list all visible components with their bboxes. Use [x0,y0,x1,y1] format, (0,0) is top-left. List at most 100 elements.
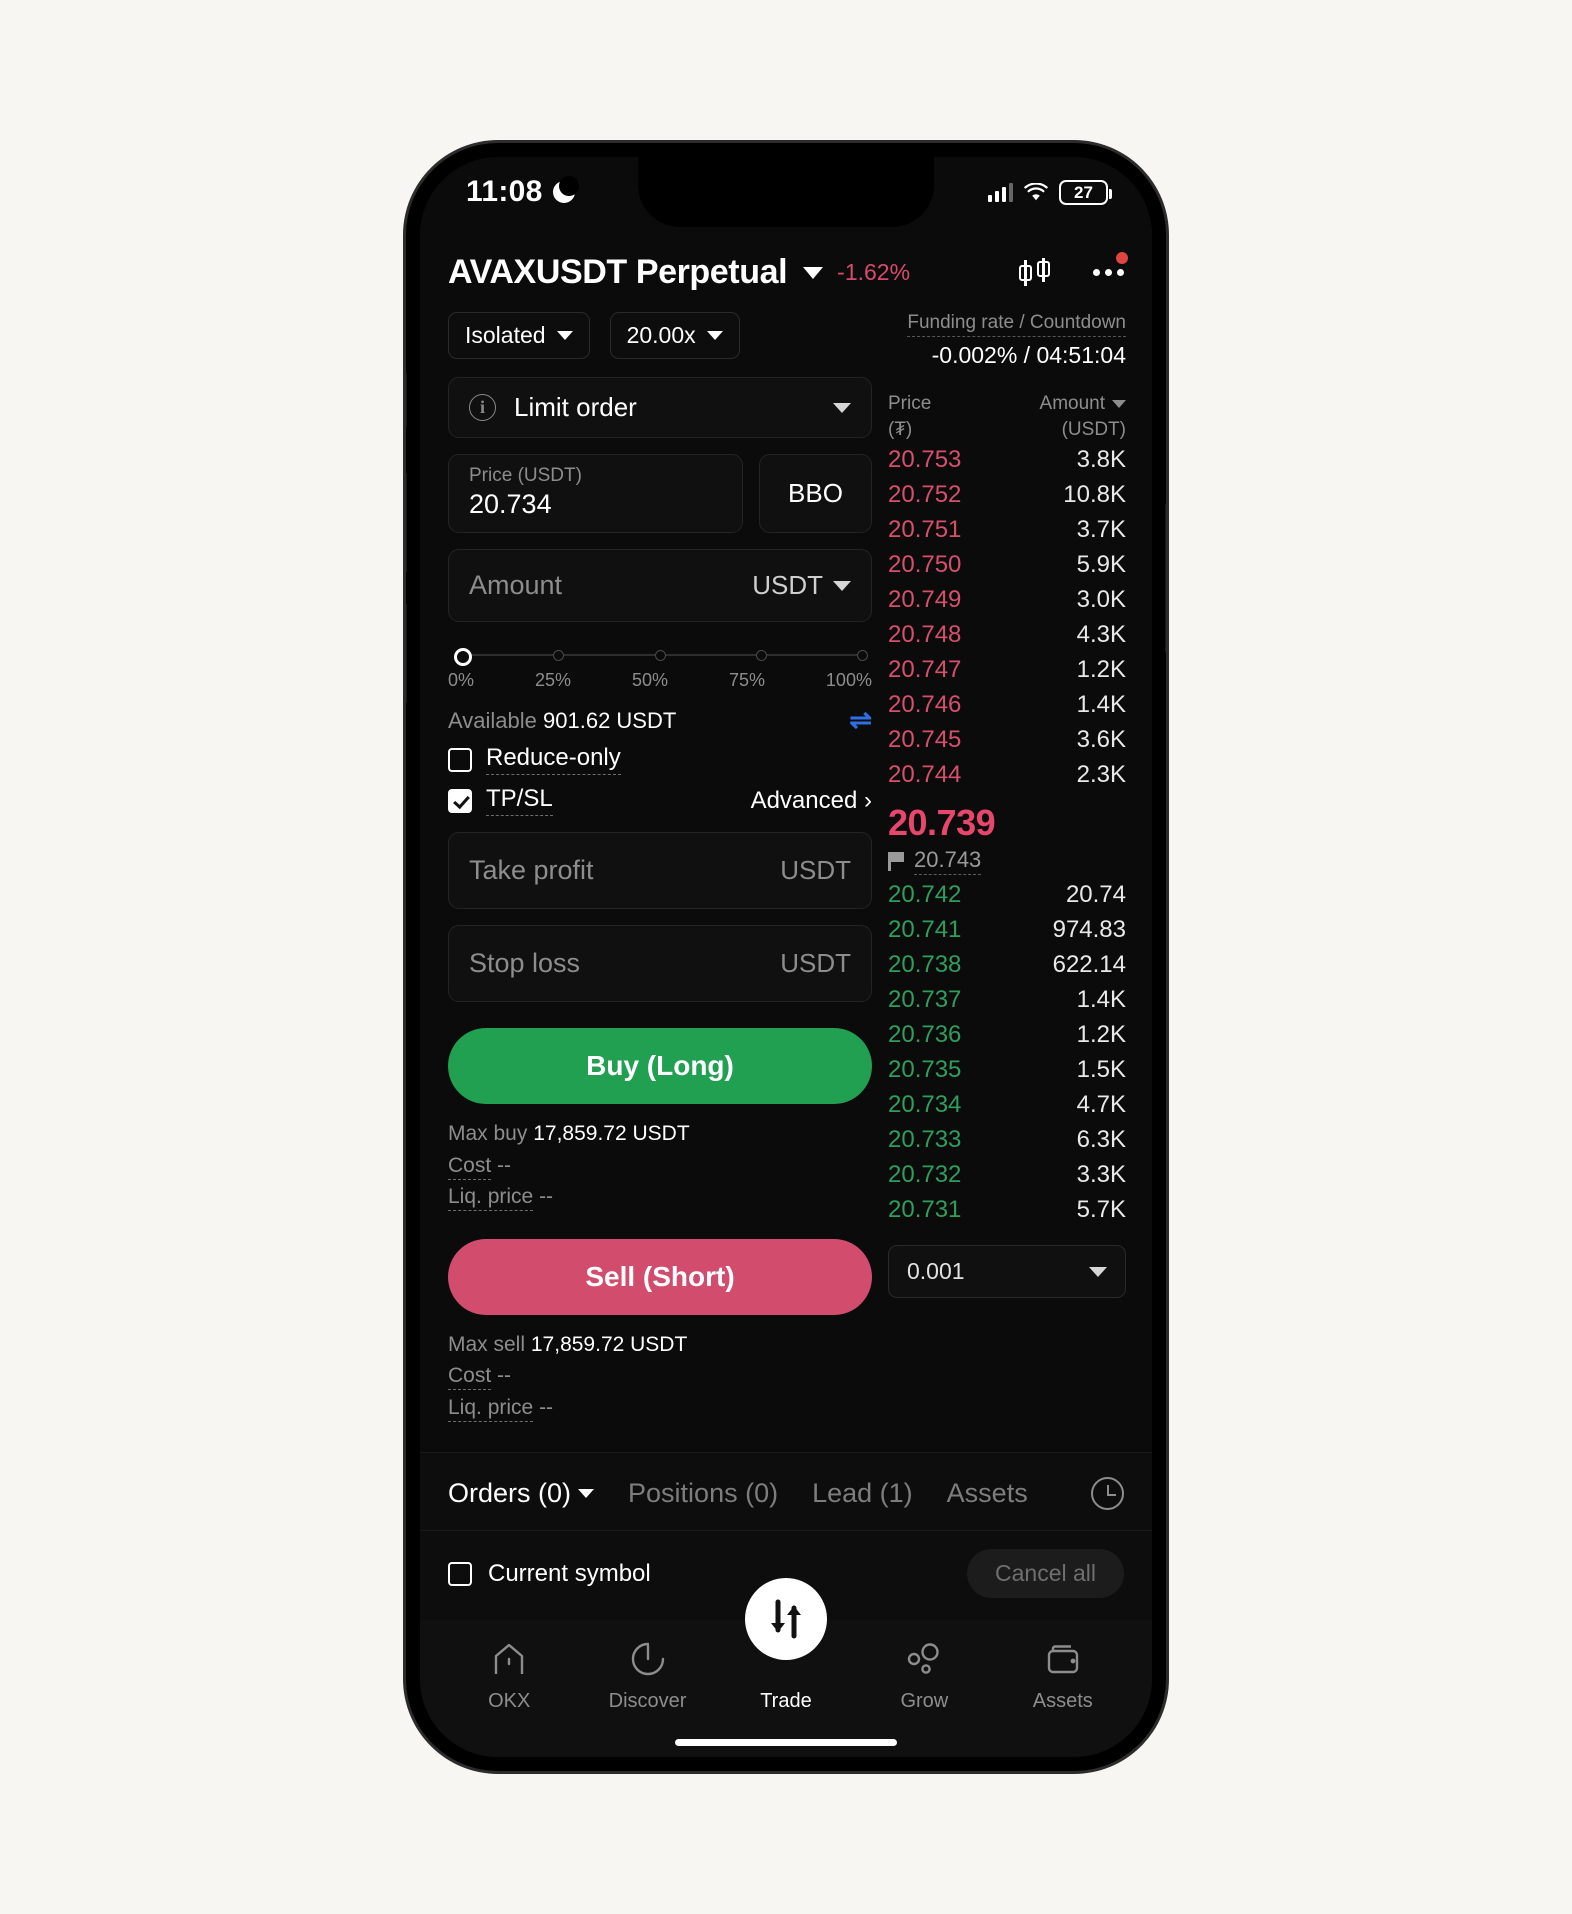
tpsl-checkbox[interactable] [448,788,472,813]
sell-cost-label: Cost [448,1364,492,1390]
cancel-all-button[interactable]: Cancel all [967,1549,1124,1598]
buy-long-button[interactable]: Buy (Long) [448,1028,872,1104]
order-book-price: 20.737 [888,985,962,1013]
order-book-row[interactable]: 20.747 1.2K [888,652,1126,687]
nav-item-okx[interactable]: OKX [454,1638,564,1713]
order-book-header: Price (₮) Amount (USDT) [888,391,1126,442]
phone-screen: 11:08 27 AVAXUSDT Perpetual -1.62% Isola… [420,157,1152,1757]
tab-lead[interactable]: Lead (1) [812,1478,913,1509]
order-book-row[interactable]: 20.748 4.3K [888,617,1126,652]
tab-positions[interactable]: Positions (0) [628,1478,778,1509]
current-symbol-checkbox[interactable] [448,1561,472,1586]
notification-dot [1116,252,1128,264]
more-options-icon[interactable] [1093,252,1128,284]
reduce-only-row[interactable]: Reduce-only [448,744,872,775]
power-button[interactable] [1165,503,1166,653]
slider-tick-75[interactable] [756,650,768,661]
stop-loss-input[interactable]: Stop loss USDT [448,925,872,1002]
order-book-row[interactable]: 20.735 1.5K [888,1052,1126,1087]
order-book-row[interactable]: 20.734 4.7K [888,1087,1126,1122]
order-book-amount: 4.7K [1076,1090,1126,1118]
tab-assets[interactable]: Assets [947,1478,1028,1509]
order-book-row[interactable]: 20.736 1.2K [888,1017,1126,1052]
order-book-price-header-unit: (₮) [888,418,913,440]
slider-tick-50[interactable] [654,650,666,661]
order-book-row[interactable]: 20.751 3.7K [888,512,1126,547]
trade-swap-icon[interactable] [745,1578,827,1660]
tick-size-selector[interactable]: 0.001 [888,1245,1126,1299]
order-book-row[interactable]: 20.746 1.4K [888,687,1126,722]
bbo-button[interactable]: BBO [759,454,872,533]
nav-item-grow[interactable]: Grow [869,1638,979,1713]
max-buy-label: Max buy [448,1122,528,1145]
order-type-label: Limit order [514,392,637,422]
order-book-row[interactable]: 20.733 6.3K [888,1122,1126,1157]
volume-up-button[interactable] [406,473,407,573]
order-book-amount: 974.83 [1052,915,1126,943]
candlestick-chart-icon[interactable] [1019,257,1053,288]
price-row: Price (USDT) 20.734 BBO [448,454,872,533]
amount-slider[interactable] [454,648,868,666]
status-bar-left: 11:08 [466,175,579,209]
order-book-row[interactable]: 20.753 3.8K [888,442,1126,477]
tab-label: Positions (0) [628,1478,779,1508]
nav-item-discover[interactable]: Discover [593,1638,703,1713]
order-type-selector[interactable]: i Limit order [448,377,872,438]
order-book-row[interactable]: 20.738 622.14 [888,947,1126,982]
slider-label-50: 50% [631,670,668,690]
order-book-row[interactable]: 20.741 974.83 [888,912,1126,947]
order-book-amount-header[interactable]: Amount (USDT) [1040,391,1126,442]
silent-switch[interactable] [406,373,407,427]
available-value: 901.62 USDT [543,707,677,733]
funding-rate-label: Funding rate / Countdown [907,312,1126,337]
nav-item-trade[interactable]: Trade [731,1578,841,1713]
order-book-row[interactable]: 20.732 3.3K [888,1157,1126,1192]
price-input[interactable]: Price (USDT) 20.734 [448,454,743,533]
leverage-selector[interactable]: 20.00x [609,312,740,359]
order-book-amount: 1.5K [1076,1055,1126,1083]
order-book-amount: 20.74 [1065,880,1126,908]
tab-label: Orders (0) [448,1478,572,1508]
bottom-nav: OKX Discover Trade Grow Assets [420,1578,1152,1727]
page-title[interactable]: AVAXUSDT Perpetual [448,253,788,292]
sell-short-button[interactable]: Sell (Short) [448,1238,872,1315]
slider-handle[interactable] [454,648,472,666]
order-book-mid: 20.739 20.743 [888,802,1126,876]
order-book-row[interactable]: 20.731 5.7K [888,1192,1126,1227]
order-book-amount: 1.2K [1076,1020,1126,1048]
sell-meta: Max sell 17,859.72 USDT Cost -- Liq. pri… [448,1329,872,1424]
price-input-label: Price (USDT) [469,465,582,486]
grow-bubbles-icon [905,1638,943,1680]
funding-rate-block[interactable]: Funding rate / Countdown -0.002% / 04:51… [888,306,1126,369]
order-book-row[interactable]: 20.744 2.3K [888,757,1126,792]
order-history-icon[interactable] [1091,1477,1124,1510]
chevron-down-icon[interactable] [803,266,824,279]
order-book-row[interactable]: 20.750 5.9K [888,547,1126,582]
order-book-row[interactable]: 20.749 3.0K [888,582,1126,617]
order-book-price: 20.748 [888,620,962,648]
tpsl-row[interactable]: TP/SL Advanced › [448,785,872,816]
order-book-row[interactable]: 20.745 3.6K [888,722,1126,757]
order-book-row[interactable]: 20.752 10.8K [888,477,1126,512]
order-form-panel: Isolated 20.00x i Limit order Price (USD… [420,306,878,1438]
take-profit-input[interactable]: Take profit USDT [448,832,872,909]
order-book-amount: 3.0K [1076,585,1126,613]
amount-unit-selector[interactable]: USDT [752,570,851,601]
margin-mode-selector[interactable]: Isolated [448,312,590,359]
order-book-row[interactable]: 20.737 1.4K [888,982,1126,1017]
transfer-arrows-icon[interactable]: ⇌ [849,707,872,734]
order-book-row[interactable]: 20.742 20.74 [888,877,1126,912]
slider-tick-25[interactable] [553,650,565,661]
nav-item-assets[interactable]: Assets [1008,1638,1118,1713]
status-bar-right: 27 [987,179,1112,205]
advanced-link[interactable]: Advanced › [751,787,872,815]
tab-orders[interactable]: Orders (0) [448,1478,595,1509]
volume-down-button[interactable] [406,603,407,703]
chevron-down-icon [1112,399,1126,408]
amount-input[interactable]: Amount USDT [448,549,872,622]
reduce-only-checkbox[interactable] [448,747,472,772]
flag-icon [888,851,905,871]
slider-tick-100[interactable] [857,650,868,661]
info-icon[interactable]: i [469,394,496,421]
home-indicator[interactable] [420,1727,1152,1757]
